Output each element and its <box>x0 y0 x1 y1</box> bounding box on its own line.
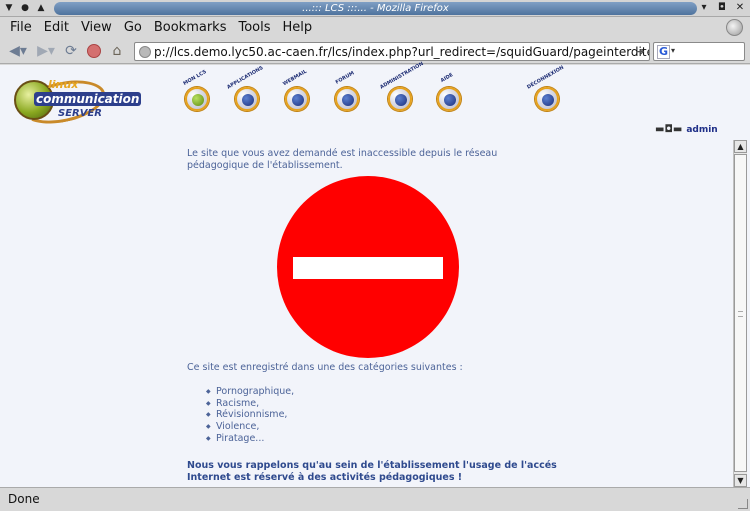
page-content: linux communication SERVER MON LCS APPLI… <box>0 61 750 487</box>
menu-file[interactable]: File <box>4 17 38 38</box>
resize-grip-icon[interactable] <box>738 499 748 509</box>
nav-forum[interactable]: FORUM <box>325 70 365 115</box>
forward-button[interactable]: ▶▾ <box>33 41 59 61</box>
admin-link[interactable]: ▬◘▬ admin <box>655 124 718 135</box>
scrollbar-thumb[interactable] <box>734 154 747 472</box>
nav-administration[interactable]: ADMINISTRATION <box>378 61 425 115</box>
webmail-icon <box>285 87 309 111</box>
nav-mon-lcs[interactable]: MON LCS <box>175 69 215 115</box>
site-favicon-icon <box>139 45 151 58</box>
window-menu-icon[interactable]: ▼ <box>4 2 14 14</box>
lcs-logo[interactable]: linux communication SERVER <box>12 72 142 132</box>
menu-tools[interactable]: Tools <box>232 17 276 38</box>
scroll-down-icon[interactable]: ▼ <box>734 474 747 487</box>
minimize-icon[interactable]: ▾ <box>698 1 710 15</box>
search-engine-icon[interactable]: G <box>657 45 671 59</box>
status-bar: Done <box>0 487 750 511</box>
shade-icon[interactable]: ● <box>20 2 30 14</box>
blocked-page-frame: Le site que vous avez demandé est inacce… <box>0 140 732 487</box>
menu-view[interactable]: View <box>75 17 118 38</box>
scroll-up-icon[interactable]: ▲ <box>734 140 747 153</box>
menu-help[interactable]: Help <box>277 17 319 38</box>
forward-arrow-icon: ▶▾ <box>37 43 55 59</box>
aide-icon <box>437 87 461 111</box>
applications-icon <box>235 87 259 111</box>
lcs-nav: MON LCS APPLICATIONS WEBMAIL FORUM ADMIN… <box>175 61 575 115</box>
close-icon[interactable]: ✕ <box>734 1 746 15</box>
administration-icon <box>388 87 412 111</box>
nav-deconnexion[interactable]: DÉCONNEXION <box>525 65 565 115</box>
window-title: ...::: LCS :::... - Mozilla Firefox <box>54 2 697 15</box>
window-titlebar: ▼ ● ▲ ...::: LCS :::... - Mozilla Firefo… <box>0 0 750 17</box>
categories-intro: Ce site est enregistré dans une des caté… <box>187 362 463 373</box>
blocked-message-line2: pédagogique de l'établissement. <box>187 160 343 171</box>
usage-reminder-line2: Internet est réservé à des activités péd… <box>187 471 463 483</box>
search-box[interactable]: G ▾ <box>653 42 745 61</box>
navigation-toolbar: ◀▾ ▶▾ ⟳ ⌂ ➔ G ▾ <box>0 38 750 64</box>
go-icon[interactable]: ➔ <box>633 45 647 59</box>
list-item: Pornographique, <box>206 386 294 398</box>
no-entry-bar <box>293 257 443 279</box>
logo-word-linux: linux <box>48 78 79 91</box>
list-item: Piratage... <box>206 433 294 445</box>
nav-aide[interactable]: AIDE <box>427 72 467 115</box>
menu-bar: File Edit View Go Bookmarks Tools Help <box>0 17 750 38</box>
blocked-message-line1: Le site que vous avez demandé est inacce… <box>187 148 498 159</box>
logo-word-server: SERVER <box>58 108 103 119</box>
titlebar-right-controls: ▾ ◘ ✕ <box>698 1 746 15</box>
no-entry-sign-icon <box>277 176 459 358</box>
url-input[interactable] <box>151 44 649 59</box>
list-item: Révisionnisme, <box>206 409 294 421</box>
reload-button[interactable]: ⟳ <box>61 41 81 61</box>
usage-reminder-line1: Nous vous rappelons qu'au sein de l'étab… <box>187 460 557 471</box>
vertical-scrollbar[interactable]: ▲ ▼ <box>733 140 747 487</box>
list-item: Violence, <box>206 421 294 433</box>
raise-icon[interactable]: ▲ <box>36 2 46 14</box>
menu-bookmarks[interactable]: Bookmarks <box>148 17 233 38</box>
maximize-icon[interactable]: ◘ <box>716 1 728 15</box>
forum-icon <box>335 87 359 111</box>
menu-go[interactable]: Go <box>118 17 148 38</box>
titlebar-left-controls: ▼ ● ▲ <box>4 2 46 14</box>
usage-reminder: Nous vous rappelons qu'au sein de l'étab… <box>187 460 607 483</box>
deconnexion-icon <box>535 87 559 111</box>
nav-webmail[interactable]: WEBMAIL <box>275 69 315 115</box>
nav-applications[interactable]: APPLICATIONS <box>225 65 265 115</box>
menu-edit[interactable]: Edit <box>38 17 75 38</box>
mon-lcs-icon <box>185 87 209 111</box>
blocked-message: Le site que vous avez demandé est inacce… <box>187 148 507 172</box>
list-item: Racisme, <box>206 398 294 410</box>
admin-label: admin <box>686 124 718 135</box>
home-button[interactable]: ⌂ <box>106 41 128 61</box>
plug-icon: ▬◘▬ <box>655 124 683 135</box>
reload-icon: ⟳ <box>65 43 77 59</box>
logo-word-communication: communication <box>34 92 142 106</box>
home-icon: ⌂ <box>112 43 122 59</box>
status-text: Done <box>8 492 40 506</box>
back-button[interactable]: ◀▾ <box>5 41 31 61</box>
categories-list: Pornographique, Racisme, Révisionnisme, … <box>206 386 294 445</box>
address-bar[interactable]: ➔ <box>134 42 650 61</box>
back-arrow-icon: ◀▾ <box>9 43 27 59</box>
search-engine-dropdown-icon[interactable]: ▾ <box>671 46 675 55</box>
throbber-icon <box>726 19 743 36</box>
stop-button[interactable] <box>84 41 104 61</box>
stop-icon <box>87 44 101 58</box>
